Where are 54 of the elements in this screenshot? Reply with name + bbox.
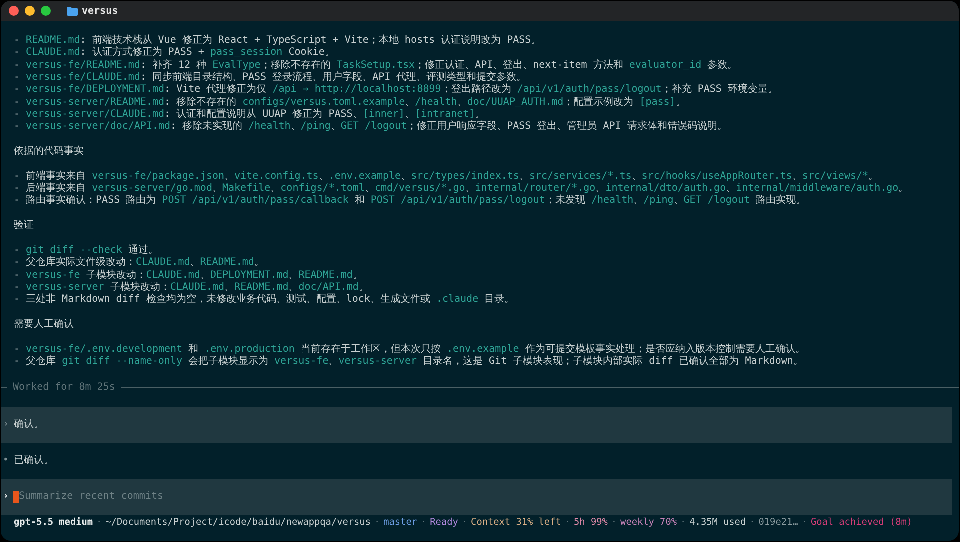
separator-dot: ·	[680, 516, 686, 529]
status-item: 4.35M used	[690, 516, 746, 529]
bullet-line: - 前端事实来自 versus-fe/package.json、vite.config.ts、.env.example、src/types/index.ts、src/services/*.ts、src/hooks/useAppRouter.ts、src/views/*。	[14, 170, 880, 182]
prompt-input[interactable]: Summarize recent commits	[19, 491, 952, 502]
status-item: Goal achieved (8m)	[810, 516, 913, 529]
separator-dot: ·	[421, 516, 427, 529]
prompt-field[interactable]: › Summarize recent commits	[1, 478, 952, 515]
status-item: master	[384, 516, 418, 529]
assistant-reply: 已确认。	[14, 454, 54, 467]
separator-dot: ·	[802, 516, 808, 529]
bullet-line: - versus-fe 子模块改动：CLAUDE.md、DEPLOYMENT.md、README.md。	[14, 270, 364, 282]
worked-time-label: Worked for 8m 25s	[13, 382, 116, 394]
bullet-line: - 父仓库实际文件级改动：CLAUDE.md、README.md。	[14, 257, 266, 270]
bullet-marker: •	[3, 454, 8, 467]
status-item: 5h 99%	[574, 516, 608, 529]
status-item: Context 31% left	[471, 516, 562, 529]
section-heading: 依据的代码事实	[14, 146, 85, 158]
bullet-line: - versus-server 子模块改动：CLAUDE.md、README.md、doc/API.md。	[14, 282, 370, 294]
separator-dot: ·	[374, 516, 380, 529]
bullet-line: - 父仓库 git diff --name-only 会把子模块显示为 versus-fe、versus-server 目录名，这是 Git 子模块表现；子模块内部实际 diff 已确认全部为 Markdown。	[14, 356, 804, 368]
prompt-marker: ›	[3, 418, 8, 431]
minimize-button[interactable]	[25, 6, 35, 16]
prompt-marker: ›	[3, 490, 8, 503]
bullet-line: - 后端事实来自 versus-server/go.mod、Makefile、configs/*.toml、cmd/versus/*.go、internal/router/*.go、internal/dto/auth.go、internal/middleware/auth.go。	[14, 183, 910, 194]
status-item: gpt-5.5 medium	[14, 516, 94, 529]
separator-dot: ·	[462, 516, 468, 529]
status-item: weekly 70%	[620, 516, 677, 529]
separator-dot: ·	[750, 516, 756, 529]
bullet-line: - CLAUDE.md: 认证方式修正为 PASS + pass_session Cookie。	[14, 47, 336, 60]
bullet-line: - versus-fe/CLAUDE.md: 同步前端目录结构、PASS 登录流程、用户字段、API 代理、评测类型和提交参数。	[14, 72, 528, 84]
bullet-line: - versus-fe/README.md: 补齐 12 种 EvalType；移除不存在的 TaskSetup.tsx；修正认证、API、登出、next-item 方法和 evaluator_id 参数。	[14, 60, 739, 72]
bullet-line: - git diff --check 通过。	[14, 244, 160, 256]
separator-dot: ·	[96, 516, 102, 529]
separator-dot: ·	[611, 516, 618, 529]
bullet-line: - versus-server/README.md: 移除不存在的 configs/versus.toml.example、/health、doc/UUAP_AUTH.md；配置示例改为 [pass]。	[14, 96, 687, 108]
window-title: versus	[82, 6, 118, 16]
section-heading: 需要人工确认	[14, 318, 75, 332]
bullet-line: - versus-server/CLAUDE.md: 认证和配置说明从 UUAP 修正为 PASS、[inner]、[intranet]。	[14, 109, 486, 120]
folder-icon	[67, 6, 78, 16]
bullet-line: - README.md: 前端技术栈从 Vue 修正为 React + TypeScript + Vite；本地 hosts 认证说明改为 PASS。	[14, 35, 542, 46]
bullet-line: - 路由事实确认：PASS 路由为 POST /api/v1/auth/pass/callback 和 POST /api/v1/auth/pass/logout；未发现 /health、/ping、GET /logout 路由实现。	[14, 195, 808, 208]
status-item: Ready	[430, 516, 458, 529]
user-message-text: 确认。	[14, 418, 44, 431]
close-button[interactable]	[9, 6, 19, 16]
bullet-line: - 三处非 Markdown diff 检查均为空，未修改业务代码、测试、配置、lock、生成文件或 .claude 目录。	[14, 294, 516, 307]
bullet-line: - versus-server/doc/API.md: 移除未实现的 /health、/ping、GET /logout；修正用户响应字段、PASS 登出、管理员 API 请求体和错误码说明。	[14, 121, 728, 134]
separator-dot: ·	[564, 516, 571, 529]
section-heading: 验证	[14, 220, 35, 232]
bullet-line: - versus-fe/.env.development 和 .env.production 当前存在于工作区，但本次只按 .env.example 作为可提交模板事实处理；是否应纳入版本控制需要人工确认。	[14, 344, 806, 356]
zoom-button[interactable]	[41, 6, 51, 16]
bullet-line: - versus-fe/DEPLOYMENT.md: Vite 代理修正为仅 /api → http://localhost:8899；登出路径改为 /api/v1/auth/pass/logout；补充 PASS 环境变量。	[14, 84, 779, 96]
status-item: ~/Documents/Project/icode/baidu/newappqa/versus	[106, 516, 371, 529]
status-item: 019e21…	[758, 516, 798, 529]
text-cursor	[13, 490, 19, 503]
